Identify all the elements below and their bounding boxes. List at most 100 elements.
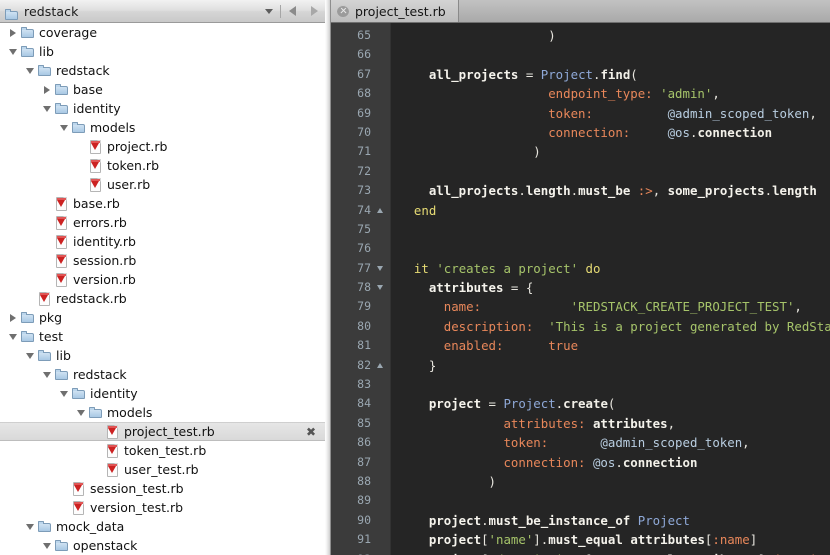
tree-row-test[interactable]: test — [0, 327, 325, 346]
line-number-80[interactable]: 80 — [331, 317, 390, 336]
tree-row-identity[interactable]: identity — [0, 384, 325, 403]
code-line-71[interactable]: ) — [399, 142, 830, 161]
tree-row-base-rb[interactable]: base.rb — [0, 194, 325, 213]
fold-up-icon[interactable] — [374, 362, 386, 368]
tree-row-project-rb[interactable]: project.rb — [0, 137, 325, 156]
nav-forward-icon[interactable] — [303, 0, 325, 22]
code-line-82[interactable]: } — [399, 356, 830, 375]
code-line-90[interactable]: project.must_be_instance_of Project — [399, 511, 830, 530]
line-number-65[interactable]: 65 — [331, 26, 390, 45]
code-line-84[interactable]: project = Project.create( — [399, 394, 830, 413]
line-number-79[interactable]: 79 — [331, 297, 390, 316]
code-line-69[interactable]: token: @admin_scoped_token, — [399, 104, 830, 123]
code-line-74[interactable]: end — [399, 201, 830, 220]
code-line-88[interactable]: ) — [399, 472, 830, 491]
code-line-73[interactable]: all_projects.length.must_be :>, some_pro… — [399, 181, 830, 200]
code-area[interactable]: 65 66 67 68 69 70 71 72 73 74 75 76 77 78 79 80 81 82 83 84… — [331, 23, 830, 555]
code-line-83[interactable] — [399, 375, 830, 394]
tree-row-mock-data[interactable]: mock_data — [0, 517, 325, 536]
line-number-82[interactable]: 82 — [331, 356, 390, 375]
code-line-78[interactable]: attributes = { — [399, 278, 830, 297]
code-line-81[interactable]: enabled: true — [399, 336, 830, 355]
disclosure-down-icon[interactable] — [23, 61, 36, 80]
tree-row-token-rb[interactable]: token.rb — [0, 156, 325, 175]
line-number-76[interactable]: 76 — [331, 239, 390, 258]
line-number-75[interactable]: 75 — [331, 220, 390, 239]
tree-row-redstack-rb[interactable]: redstack.rb — [0, 289, 325, 308]
tree-row-token-test-rb[interactable]: token_test.rb — [0, 441, 325, 460]
code-line-85[interactable]: attributes: attributes, — [399, 414, 830, 433]
disclosure-down-icon[interactable] — [23, 517, 36, 536]
code-content[interactable]: ) all_projects = Project.find( endpoint_… — [391, 23, 830, 555]
code-line-79[interactable]: name: 'REDSTACK_CREATE_PROJECT_TEST', — [399, 297, 830, 316]
tab-project-test-rb[interactable]: project_test.rb — [331, 0, 459, 22]
line-number-92[interactable]: 92 — [331, 550, 390, 555]
chevron-down-icon[interactable] — [258, 0, 280, 22]
code-line-80[interactable]: description: 'This is a project generate… — [399, 317, 830, 336]
disclosure-down-icon[interactable] — [6, 42, 19, 61]
code-line-76[interactable] — [399, 239, 830, 258]
line-number-84[interactable]: 84 — [331, 394, 390, 413]
line-number-67[interactable]: 67 — [331, 65, 390, 84]
line-number-74[interactable]: 74 — [331, 201, 390, 220]
tree-row-models[interactable]: models — [0, 403, 325, 422]
fold-up-icon[interactable] — [374, 207, 386, 213]
tree-row-identity[interactable]: identity — [0, 99, 325, 118]
line-number-87[interactable]: 87 — [331, 453, 390, 472]
tree-row-errors-rb[interactable]: errors.rb — [0, 213, 325, 232]
code-line-92[interactable]: project['description'].must_equal attrib… — [399, 550, 830, 555]
line-number-69[interactable]: 69 — [331, 104, 390, 123]
disclosure-down-icon[interactable] — [57, 118, 70, 137]
tree-row-user-test-rb[interactable]: user_test.rb — [0, 460, 325, 479]
line-number-72[interactable]: 72 — [331, 162, 390, 181]
code-line-75[interactable] — [399, 220, 830, 239]
code-line-89[interactable] — [399, 491, 830, 510]
tree-row-project-test-rb[interactable]: project_test.rb ✖ — [0, 422, 325, 441]
line-number-66[interactable]: 66 — [331, 45, 390, 64]
line-number-81[interactable]: 81 — [331, 336, 390, 355]
tree-row-version-rb[interactable]: version.rb — [0, 270, 325, 289]
line-number-71[interactable]: 71 — [331, 142, 390, 161]
code-line-86[interactable]: token: @admin_scoped_token, — [399, 433, 830, 452]
tree-row-version-test-rb[interactable]: version_test.rb — [0, 498, 325, 517]
fold-down-icon[interactable] — [374, 265, 386, 271]
code-line-72[interactable] — [399, 162, 830, 181]
code-line-70[interactable]: connection: @os.connection — [399, 123, 830, 142]
disclosure-right-icon[interactable] — [6, 308, 19, 327]
disclosure-down-icon[interactable] — [40, 365, 53, 384]
tree-row-session-rb[interactable]: session.rb — [0, 251, 325, 270]
tree-row-redstack[interactable]: redstack — [0, 61, 325, 80]
line-number-70[interactable]: 70 — [331, 123, 390, 142]
line-number-90[interactable]: 90 — [331, 511, 390, 530]
line-number-88[interactable]: 88 — [331, 472, 390, 491]
code-line-67[interactable]: all_projects = Project.find( — [399, 65, 830, 84]
code-line-87[interactable]: connection: @os.connection — [399, 453, 830, 472]
tree-row-coverage[interactable]: coverage — [0, 23, 325, 42]
disclosure-down-icon[interactable] — [23, 346, 36, 365]
tree-row-base[interactable]: base — [0, 80, 325, 99]
close-circle-icon[interactable] — [337, 5, 349, 17]
line-number-78[interactable]: 78 — [331, 278, 390, 297]
close-icon[interactable]: ✖ — [306, 425, 316, 439]
line-number-91[interactable]: 91 — [331, 530, 390, 549]
tree-row-session-test-rb[interactable]: session_test.rb — [0, 479, 325, 498]
line-number-68[interactable]: 68 — [331, 84, 390, 103]
tree-row-user-rb[interactable]: user.rb — [0, 175, 325, 194]
disclosure-down-icon[interactable] — [40, 99, 53, 118]
line-number-86[interactable]: 86 — [331, 433, 390, 452]
code-line-91[interactable]: project['name'].must_equal attributes[:n… — [399, 530, 830, 549]
tree-row-identity-rb[interactable]: identity.rb — [0, 232, 325, 251]
nav-back-icon[interactable] — [281, 0, 303, 22]
fold-down-icon[interactable] — [374, 285, 386, 291]
tree-row-pkg[interactable]: pkg — [0, 308, 325, 327]
disclosure-down-icon[interactable] — [6, 327, 19, 346]
disclosure-right-icon[interactable] — [6, 23, 19, 42]
code-line-66[interactable] — [399, 45, 830, 64]
disclosure-down-icon[interactable] — [57, 384, 70, 403]
line-number-89[interactable]: 89 — [331, 491, 390, 510]
tree-row-lib[interactable]: lib — [0, 42, 325, 61]
code-line-68[interactable]: endpoint_type: 'admin', — [399, 84, 830, 103]
line-number-77[interactable]: 77 — [331, 259, 390, 278]
line-number-gutter[interactable]: 65 66 67 68 69 70 71 72 73 74 75 76 77 78 79 80 81 82 83 84… — [331, 23, 391, 555]
tree-row-models[interactable]: models — [0, 118, 325, 137]
